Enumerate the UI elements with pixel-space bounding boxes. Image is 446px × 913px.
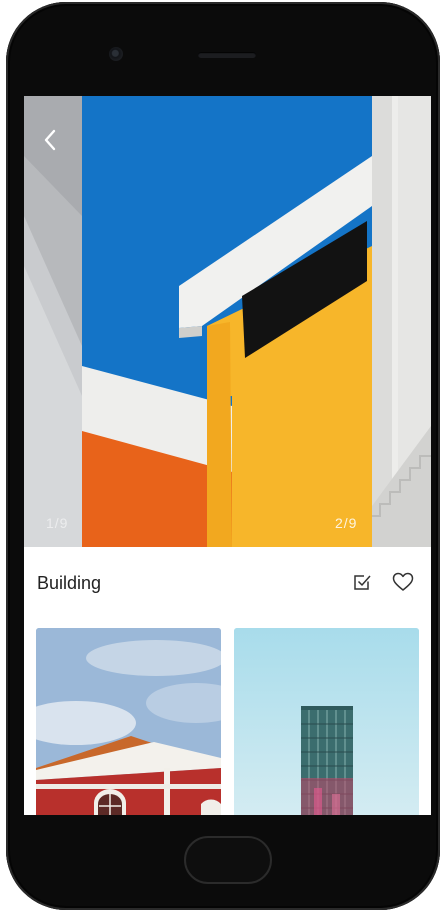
building-photo-next bbox=[372, 96, 431, 547]
home-button[interactable] bbox=[184, 836, 272, 884]
heart-icon bbox=[392, 572, 414, 591]
chevron-left-icon bbox=[44, 129, 56, 151]
album-info-bar: Building bbox=[24, 547, 431, 621]
screen: 1/9 2/9 Building bbox=[24, 96, 431, 815]
photo-thumbnail[interactable] bbox=[36, 628, 221, 815]
carousel-slide-prev[interactable]: 1/9 bbox=[24, 96, 82, 547]
select-button[interactable] bbox=[350, 570, 374, 594]
carousel-slide-next[interactable] bbox=[372, 96, 431, 547]
red-house-photo bbox=[36, 628, 221, 815]
photo-counter-prev: 1/9 bbox=[46, 515, 69, 531]
photo-counter-current: 2/9 bbox=[335, 515, 358, 531]
back-button[interactable] bbox=[34, 122, 66, 158]
earpiece-speaker bbox=[198, 52, 256, 58]
front-camera bbox=[109, 47, 123, 61]
carousel-slide-current[interactable] bbox=[82, 96, 372, 547]
photo-thumbnail[interactable] bbox=[234, 628, 419, 815]
skyscraper-photo bbox=[234, 628, 419, 815]
like-button[interactable] bbox=[391, 570, 415, 594]
building-photo-current bbox=[82, 96, 372, 547]
photo-carousel[interactable]: 1/9 2/9 bbox=[24, 96, 431, 547]
checkbox-icon bbox=[354, 575, 371, 590]
album-title: Building bbox=[37, 573, 102, 593]
building-photo-prev bbox=[24, 96, 82, 547]
